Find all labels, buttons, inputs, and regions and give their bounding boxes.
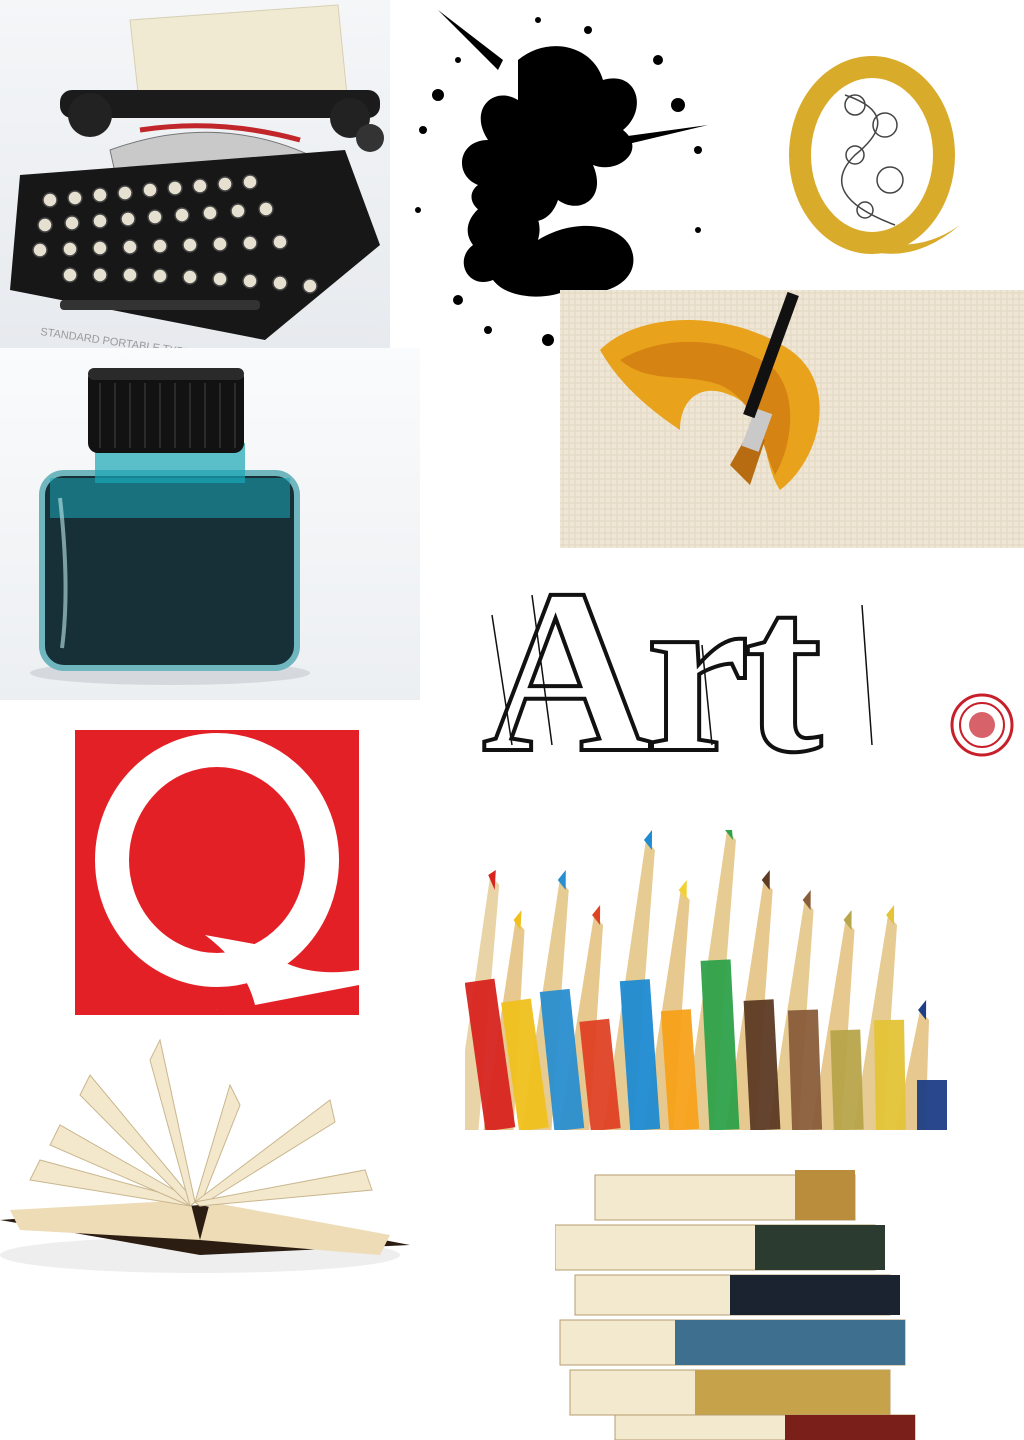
art-word: Art: [482, 555, 822, 785]
typewriter-icon: STANDARD PORTABLE TYPEWRITER: [10, 4, 384, 348]
red-q-logo: Q: [75, 730, 359, 1015]
colored-pencils-image: [465, 830, 1024, 1130]
open-book-icon: [0, 1038, 410, 1273]
art-sketch-logo: Art: [472, 555, 1024, 785]
ink-bottle-icon: [30, 368, 310, 685]
ink-bottle-image: [0, 348, 420, 700]
open-book-image: [0, 1030, 410, 1280]
colored-pencils-icon: [465, 830, 947, 1130]
gold-q-letter: Q: [872, 254, 873, 256]
book-stack-icon: [555, 1170, 916, 1440]
typewriter-image: STANDARD PORTABLE TYPEWRITER: [0, 0, 390, 348]
book-stack-image: [555, 1165, 935, 1440]
paint-brush-image: [560, 290, 1024, 548]
gold-q-logo: Q: [775, 55, 970, 270]
typewriter-brand: STANDARD PORTABLE TYPEWRITER: [40, 326, 235, 348]
paintbrush-icon: [560, 290, 1024, 548]
red-q-letter: Q: [217, 1009, 218, 1011]
